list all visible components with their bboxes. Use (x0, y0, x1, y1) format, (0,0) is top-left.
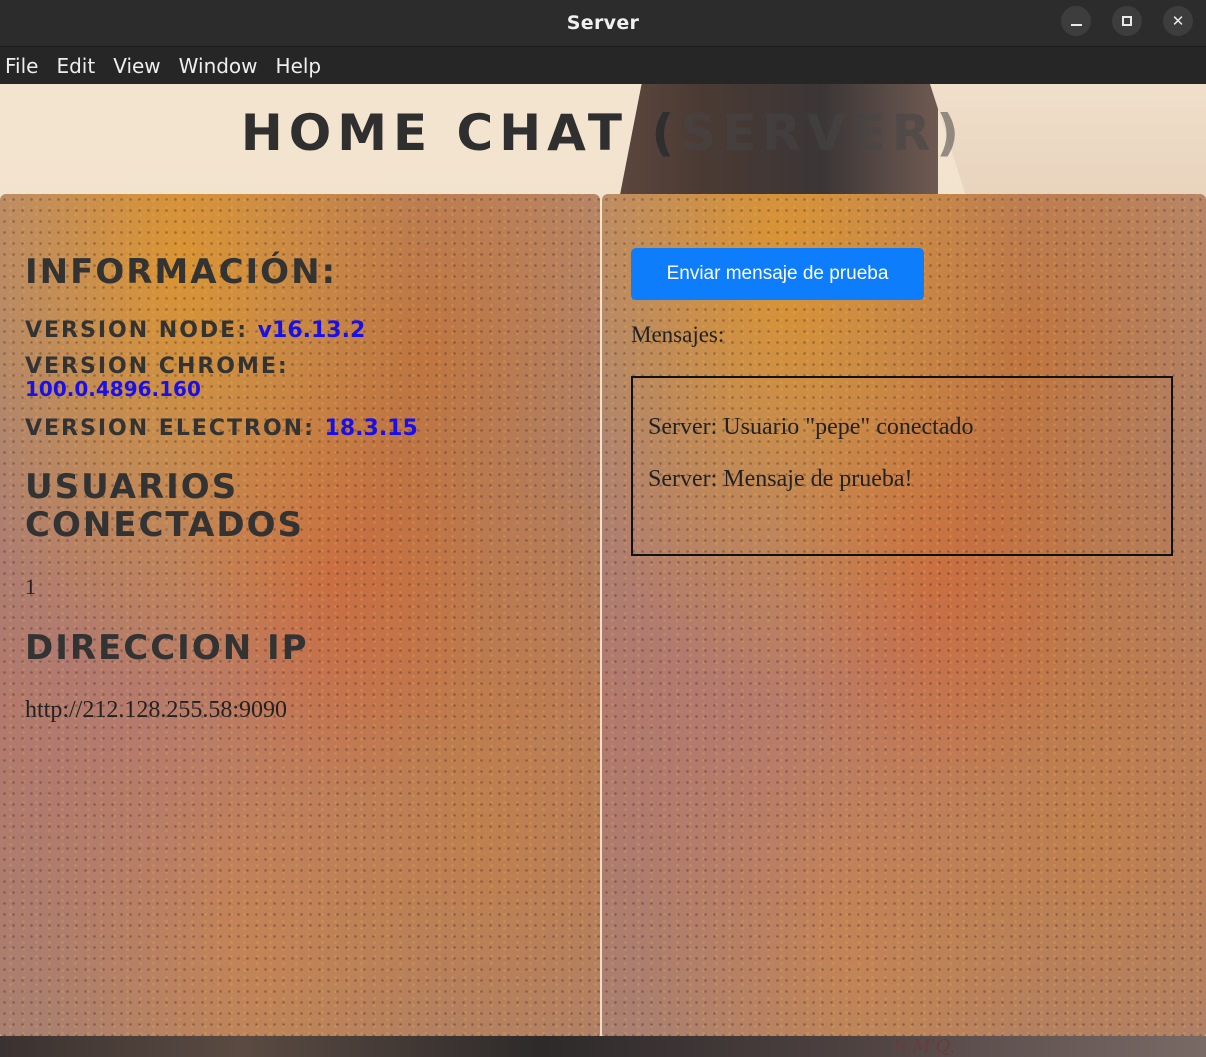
chrome-version-value: 100.0.4896.160 (25, 377, 201, 401)
message-item: Server: Mensaje de prueba! (648, 466, 913, 492)
maximize-button[interactable] (1112, 6, 1142, 36)
chat-panel: Enviar mensaje de prueba Mensajes: Serve… (602, 194, 1206, 1039)
page-title-main: Home chat ( (240, 104, 681, 162)
window-title: Server (566, 12, 640, 34)
messages-label: Mensajes: (631, 322, 725, 347)
ip-address: http://212.128.255.58:9090 (25, 697, 288, 723)
electron-version: Version Electron: 18.3.15 (25, 416, 418, 441)
menu-file[interactable]: File (0, 47, 47, 85)
electron-version-value: 18.3.15 (324, 416, 418, 441)
node-version-value: v16.13.2 (257, 318, 366, 343)
node-version: Version Node: v16.13.2 (25, 318, 365, 343)
ip-heading: Direccion IP (25, 628, 309, 668)
menu-help[interactable]: Help (267, 47, 331, 85)
page-title: Home chat (server) (0, 104, 1206, 162)
messages-box: Server: Usuario "pepe" conectado Server:… (631, 376, 1173, 556)
chrome-version: Version Chrome: 100.0.4896.160 (25, 354, 289, 401)
send-test-message-button[interactable]: Enviar mensaje de prueba (631, 248, 924, 300)
close-icon: ✕ (1171, 12, 1185, 30)
node-version-label: Version Node: (25, 318, 258, 343)
menu-window[interactable]: Window (170, 47, 267, 85)
info-panel: Información: Version Node: v16.13.2 Vers… (0, 194, 600, 1039)
window-titlebar: Server ✕ (0, 0, 1206, 46)
message-item: Server: Usuario "pepe" conectado (648, 414, 974, 440)
info-heading: Información: (25, 252, 338, 292)
background-bottom (0, 1036, 1206, 1057)
menu-bar: File Edit View Window Help (0, 46, 1206, 85)
close-button[interactable]: ✕ (1163, 6, 1193, 36)
menu-view[interactable]: View (104, 47, 169, 85)
chrome-version-label: Version Chrome: (25, 354, 289, 379)
electron-version-label: Version Electron: (25, 416, 325, 441)
signature: R.M'Q. (893, 1036, 956, 1057)
users-heading: Usuarios conectados (25, 467, 304, 545)
menu-edit[interactable]: Edit (47, 47, 104, 85)
page-title-faded: server) (680, 104, 966, 162)
maximize-icon (1122, 16, 1132, 26)
users-count: 1 (25, 574, 36, 599)
minimize-icon (1070, 24, 1082, 26)
app-content: Home chat (server) Información: Version … (0, 84, 1206, 1057)
minimize-button[interactable] (1061, 6, 1091, 36)
